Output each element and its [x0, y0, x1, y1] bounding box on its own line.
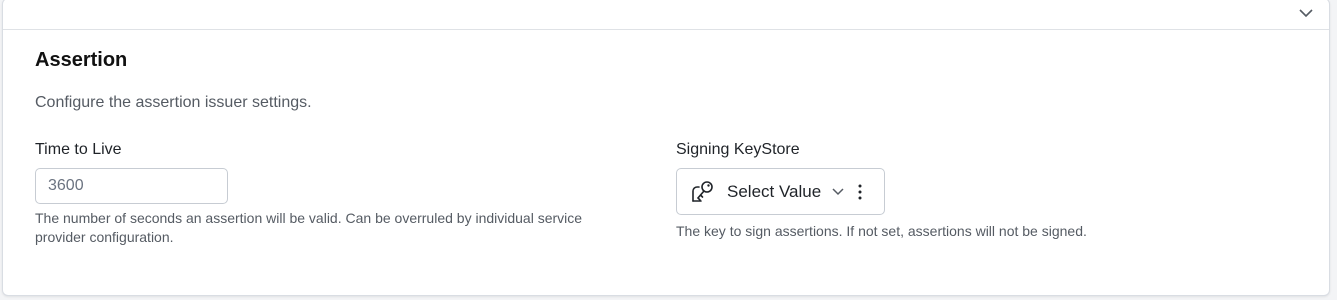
time-to-live-input[interactable]	[35, 168, 228, 204]
section-description: Configure the assertion issuer settings.	[35, 94, 312, 111]
card-header-bar	[3, 0, 1329, 30]
more-vertical-icon[interactable]	[855, 183, 865, 201]
section-title: Assertion	[35, 49, 128, 71]
time-to-live-help: The number of seconds an assertion will …	[35, 210, 583, 245]
key-icon	[692, 181, 713, 202]
signing-keystore-select[interactable]: Select Value	[676, 168, 885, 215]
chevron-down-icon[interactable]	[1297, 5, 1315, 21]
signing-keystore-label: Signing KeyStore	[676, 141, 800, 158]
chevron-down-icon[interactable]	[831, 186, 845, 198]
time-to-live-label: Time to Live	[35, 141, 122, 158]
assertion-card: Assertion Configure the assertion issuer…	[2, 0, 1330, 296]
signing-keystore-help: The key to sign assertions. If not set, …	[676, 223, 1087, 239]
signing-keystore-value: Select Value	[727, 182, 822, 201]
